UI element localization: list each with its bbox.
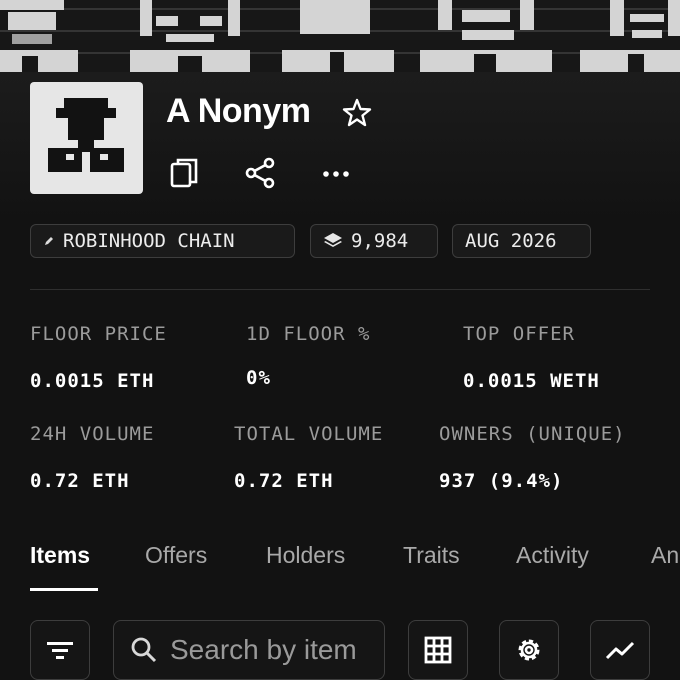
favorite-star-icon[interactable] — [341, 97, 373, 129]
collection-avatar — [30, 82, 143, 194]
gear-icon — [518, 639, 540, 661]
stat-label-owners: OWNERS (UNIQUE) — [439, 423, 626, 445]
tab-items[interactable]: Items — [30, 542, 90, 569]
date-badge: AUG 2026 — [452, 224, 591, 258]
grid-view-button[interactable] — [408, 620, 468, 680]
date-badge-label: AUG 2026 — [465, 230, 557, 252]
search-icon — [131, 637, 157, 663]
stat-label-1d-floor: 1D FLOOR % — [246, 323, 371, 345]
stat-value-24h-volume: 0.72 ETH — [30, 470, 130, 492]
search-input[interactable] — [170, 634, 380, 666]
copy-icon[interactable] — [166, 155, 202, 191]
search-box[interactable] — [113, 620, 385, 680]
stat-value-owners: 937 (9.4%) — [439, 470, 564, 492]
pencil-icon — [45, 237, 53, 245]
stat-label-floor-price: FLOOR PRICE — [30, 323, 167, 345]
share-icon[interactable] — [242, 155, 278, 191]
active-tab-indicator — [30, 588, 98, 591]
grid-icon — [424, 636, 452, 664]
tab-traits[interactable]: Traits — [403, 542, 460, 569]
chart-button[interactable] — [590, 620, 650, 680]
supply-badge-label: 9,984 — [351, 230, 409, 252]
stat-label-24h-volume: 24H VOLUME — [30, 423, 155, 445]
stat-value-top-offer: 0.0015 WETH — [463, 370, 600, 392]
filter-icon — [47, 642, 73, 659]
stat-value-total-volume: 0.72 ETH — [234, 470, 334, 492]
stat-value-floor-price: 0.0015 ETH — [30, 370, 155, 392]
supply-badge: 9,984 — [310, 224, 438, 258]
settings-button[interactable] — [499, 620, 559, 680]
layers-icon — [324, 233, 342, 247]
stat-label-total-volume: TOTAL VOLUME — [234, 423, 384, 445]
divider — [30, 289, 650, 290]
stat-label-top-offer: TOP OFFER — [463, 323, 575, 345]
collection-title: A Nonym — [166, 92, 311, 130]
filter-button[interactable] — [30, 620, 90, 680]
stat-value-1d-floor: 0% — [246, 367, 271, 389]
trending-line-icon — [605, 641, 635, 660]
tab-analytics[interactable]: An — [651, 542, 679, 569]
tab-activity[interactable]: Activity — [516, 542, 589, 569]
chain-badge[interactable]: ROBINHOOD CHAIN — [30, 224, 295, 258]
anonymous-figure-icon — [48, 98, 124, 172]
more-options-icon[interactable] — [318, 155, 354, 191]
chain-badge-label: ROBINHOOD CHAIN — [63, 230, 235, 252]
banner-art — [0, 0, 680, 72]
collection-banner — [0, 0, 680, 72]
tab-holders[interactable]: Holders — [266, 542, 345, 569]
tab-offers[interactable]: Offers — [145, 542, 207, 569]
